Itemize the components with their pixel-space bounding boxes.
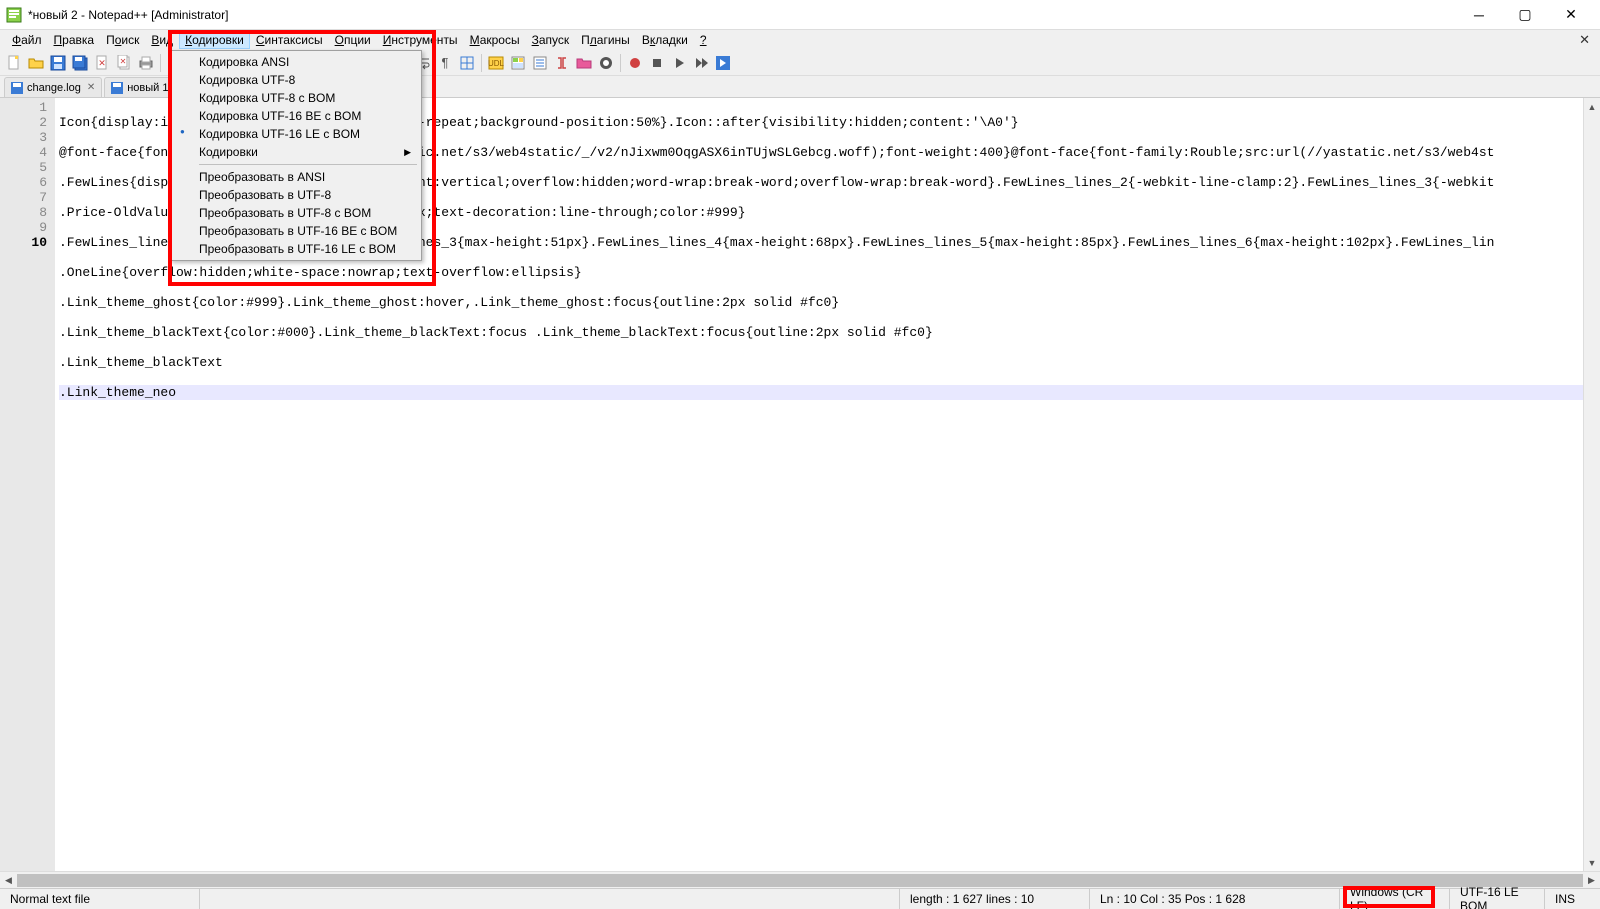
code-line: .Link_theme_blackText{color:#000}.Link_t… bbox=[59, 325, 1600, 340]
dd-convert-utf16le-bom[interactable]: Преобразовать в UTF-16 LE с BOM bbox=[171, 240, 421, 258]
play-multi-icon[interactable] bbox=[691, 53, 711, 73]
tab-label: новый 1 bbox=[127, 82, 168, 94]
close-file-icon[interactable]: ✕ bbox=[92, 53, 112, 73]
record-macro-icon[interactable] bbox=[625, 53, 645, 73]
dd-encode-utf8[interactable]: Кодировка UTF-8 bbox=[171, 71, 421, 89]
tab-changelog[interactable]: change.log ✕ bbox=[4, 77, 102, 97]
status-eol[interactable]: Windows (CR LF) bbox=[1340, 889, 1450, 909]
statusbar: Normal text file length : 1 627 lines : … bbox=[0, 888, 1600, 909]
menu-macros[interactable]: Макросы bbox=[464, 31, 526, 49]
code-line: .Link_theme_neo bbox=[59, 385, 1600, 400]
status-insert-mode[interactable]: INS bbox=[1545, 889, 1600, 909]
tab-close-icon[interactable]: ✕ bbox=[87, 82, 95, 93]
code-line: .OneLine{overflow:hidden;white-space:now… bbox=[59, 265, 1600, 280]
dd-convert-utf8-bom[interactable]: Преобразовать в UTF-8 с BOM bbox=[171, 204, 421, 222]
status-length: length : 1 627 lines : 10 bbox=[900, 889, 1090, 909]
indent-guide-icon[interactable] bbox=[457, 53, 477, 73]
menu-file[interactable]: Файл bbox=[6, 31, 48, 49]
maximize-button[interactable]: ▢ bbox=[1502, 0, 1548, 30]
svg-text:UDL: UDL bbox=[488, 59, 504, 68]
minimize-button[interactable]: ─ bbox=[1456, 0, 1502, 30]
menu-tools[interactable]: Инструменты bbox=[377, 31, 464, 49]
print-icon[interactable] bbox=[136, 53, 156, 73]
dd-encode-ansi[interactable]: Кодировка ANSI bbox=[171, 53, 421, 71]
menu-run[interactable]: Запуск bbox=[526, 31, 576, 49]
code-line: .Link_theme_blackText bbox=[59, 355, 1600, 370]
stop-macro-icon[interactable] bbox=[647, 53, 667, 73]
dd-encode-utf16be-bom[interactable]: Кодировка UTF-16 BE с BOM bbox=[171, 107, 421, 125]
horizontal-scrollbar[interactable]: ◀ ▶ bbox=[0, 871, 1600, 888]
dd-label: Кодировки bbox=[199, 145, 258, 159]
dd-convert-utf8[interactable]: Преобразовать в UTF-8 bbox=[171, 186, 421, 204]
doc-map-icon[interactable] bbox=[508, 53, 528, 73]
play-macro-icon[interactable] bbox=[669, 53, 689, 73]
scroll-thumb[interactable] bbox=[17, 874, 1583, 887]
menu-windows[interactable]: Вкладки bbox=[636, 31, 694, 49]
file-saved-icon bbox=[111, 82, 123, 94]
menu-view[interactable]: Вид bbox=[145, 31, 179, 49]
svg-text:✕: ✕ bbox=[120, 57, 127, 66]
tab-label: change.log bbox=[27, 82, 81, 94]
titlebar: *новый 2 - Notepad++ [Administrator] ─ ▢… bbox=[0, 0, 1600, 30]
line-number-gutter: 12345 678910 bbox=[0, 98, 55, 871]
scroll-up-icon[interactable]: ▲ bbox=[1584, 98, 1600, 115]
dropdown-separator bbox=[199, 164, 417, 165]
menu-edit[interactable]: Правка bbox=[48, 31, 101, 49]
status-filetype: Normal text file bbox=[0, 889, 200, 909]
app-icon bbox=[6, 7, 22, 23]
scroll-down-icon[interactable]: ▼ bbox=[1584, 854, 1600, 871]
doc-list-icon[interactable] bbox=[530, 53, 550, 73]
svg-text:✕: ✕ bbox=[98, 58, 106, 68]
close-all-icon[interactable]: ✕ bbox=[114, 53, 134, 73]
status-spacer bbox=[200, 889, 900, 909]
menu-plugins[interactable]: Плагины bbox=[575, 31, 636, 49]
monitor-icon[interactable] bbox=[596, 53, 616, 73]
status-position: Ln : 10 Col : 35 Pos : 1 628 bbox=[1090, 889, 1340, 909]
dd-encodings-submenu[interactable]: Кодировки ▶ bbox=[171, 143, 421, 161]
show-all-chars-icon[interactable]: ¶ bbox=[435, 53, 455, 73]
status-encoding[interactable]: UTF-16 LE BOM bbox=[1450, 889, 1545, 909]
window-title: *новый 2 - Notepad++ [Administrator] bbox=[28, 8, 228, 22]
open-file-icon[interactable] bbox=[26, 53, 46, 73]
dd-encode-utf8-bom[interactable]: Кодировка UTF-8 с BOM bbox=[171, 89, 421, 107]
document-close-x[interactable]: ✕ bbox=[1579, 32, 1594, 48]
folder-view-icon[interactable] bbox=[574, 53, 594, 73]
file-saved-icon bbox=[11, 82, 23, 94]
code-line: .Link_theme_ghost{color:#999}.Link_theme… bbox=[59, 295, 1600, 310]
encoding-dropdown: Кодировка ANSI Кодировка UTF-8 Кодировка… bbox=[170, 50, 422, 261]
menu-search[interactable]: Поиск bbox=[100, 31, 145, 49]
dd-convert-utf16be-bom[interactable]: Преобразовать в UTF-16 BE с BOM bbox=[171, 222, 421, 240]
menu-syntax[interactable]: Синтаксисы bbox=[250, 31, 329, 49]
save-all-icon[interactable] bbox=[70, 53, 90, 73]
chevron-right-icon: ▶ bbox=[404, 147, 411, 158]
menubar: Файл Правка Поиск Вид Кодировки Синтакси… bbox=[0, 30, 1600, 50]
save-macro-icon[interactable] bbox=[713, 53, 733, 73]
vertical-scrollbar[interactable]: ▲ ▼ bbox=[1583, 98, 1600, 871]
menu-encoding[interactable]: Кодировки bbox=[179, 31, 250, 49]
menu-help[interactable]: ? bbox=[694, 31, 713, 49]
dd-encode-utf16le-bom[interactable]: Кодировка UTF-16 LE с BOM bbox=[171, 125, 421, 143]
lang-icon[interactable]: UDL bbox=[486, 53, 506, 73]
menu-options[interactable]: Опции bbox=[329, 31, 377, 49]
new-file-icon[interactable] bbox=[4, 53, 24, 73]
func-list-icon[interactable] bbox=[552, 53, 572, 73]
dd-convert-ansi[interactable]: Преобразовать в ANSI bbox=[171, 168, 421, 186]
scroll-left-icon[interactable]: ◀ bbox=[0, 872, 17, 889]
scroll-right-icon[interactable]: ▶ bbox=[1583, 872, 1600, 889]
close-button[interactable]: ✕ bbox=[1548, 0, 1594, 30]
save-icon[interactable] bbox=[48, 53, 68, 73]
